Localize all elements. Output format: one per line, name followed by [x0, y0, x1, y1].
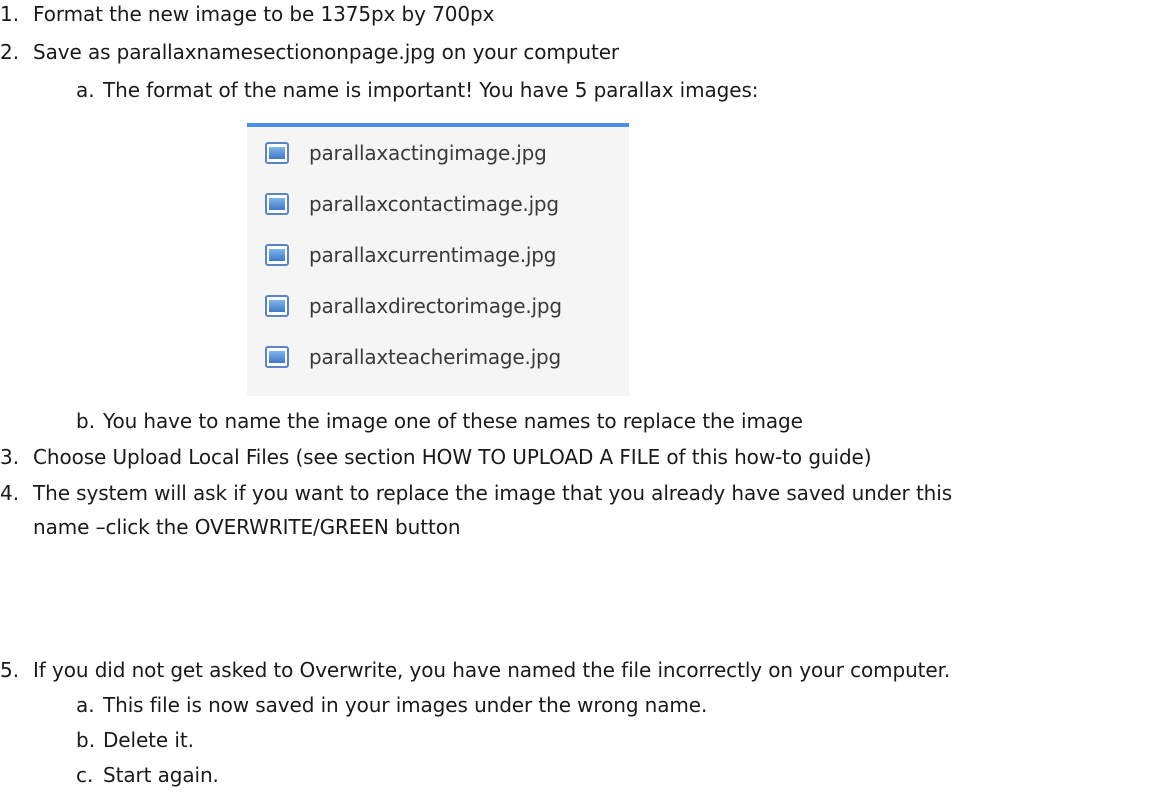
file-name: parallaxcurrentimage.jpg: [309, 243, 557, 267]
file-list-item[interactable]: parallaxteacherimage.jpg: [265, 339, 561, 375]
file-list-panel: parallaxactingimage.jpg parallaxcontacti…: [247, 123, 629, 396]
file-name: parallaxactingimage.jpg: [309, 141, 547, 165]
file-name: parallaxcontactimage.jpg: [309, 192, 559, 216]
step-2b-text: You have to name the image one of these …: [103, 409, 803, 433]
step-4-text-continued: name –click the OVERWRITE/GREEN button: [33, 515, 461, 539]
step-5-number: 5.: [0, 658, 20, 682]
step-5a-text: This file is now saved in your images un…: [103, 693, 708, 717]
step-5a-letter: a.: [76, 693, 95, 717]
step-1-number: 1.: [0, 2, 20, 26]
step-3-number: 3.: [0, 445, 20, 469]
image-file-icon: [265, 346, 289, 368]
step-3-text: Choose Upload Local Files (see section H…: [33, 445, 872, 469]
image-file-icon: [265, 193, 289, 215]
step-2b-letter: b.: [76, 409, 96, 433]
file-name: parallaxdirectorimage.jpg: [309, 294, 562, 318]
image-file-icon: [265, 295, 289, 317]
file-list-item[interactable]: parallaxactingimage.jpg: [265, 135, 547, 171]
step-4-number: 4.: [0, 481, 20, 505]
step-2-number: 2.: [0, 40, 20, 64]
image-file-icon: [265, 244, 289, 266]
step-2a-text: The format of the name is important! You…: [103, 78, 759, 102]
step-1-text: Format the new image to be 1375px by 700…: [33, 2, 495, 26]
step-4-text: The system will ask if you want to repla…: [33, 481, 953, 505]
step-5c-letter: c.: [76, 763, 94, 787]
file-list-item[interactable]: parallaxcontactimage.jpg: [265, 186, 559, 222]
image-file-icon: [265, 142, 289, 164]
step-5-text: If you did not get asked to Overwrite, y…: [33, 658, 951, 682]
step-2a-letter: a.: [76, 78, 95, 102]
step-5b-text: Delete it.: [103, 728, 194, 752]
file-list-item[interactable]: parallaxdirectorimage.jpg: [265, 288, 562, 324]
step-5b-letter: b.: [76, 728, 96, 752]
step-5c-text: Start again.: [103, 763, 219, 787]
file-name: parallaxteacherimage.jpg: [309, 345, 562, 369]
file-list-item[interactable]: parallaxcurrentimage.jpg: [265, 237, 556, 273]
step-2-text: Save as parallaxnamesectiononpage.jpg on…: [33, 40, 620, 64]
